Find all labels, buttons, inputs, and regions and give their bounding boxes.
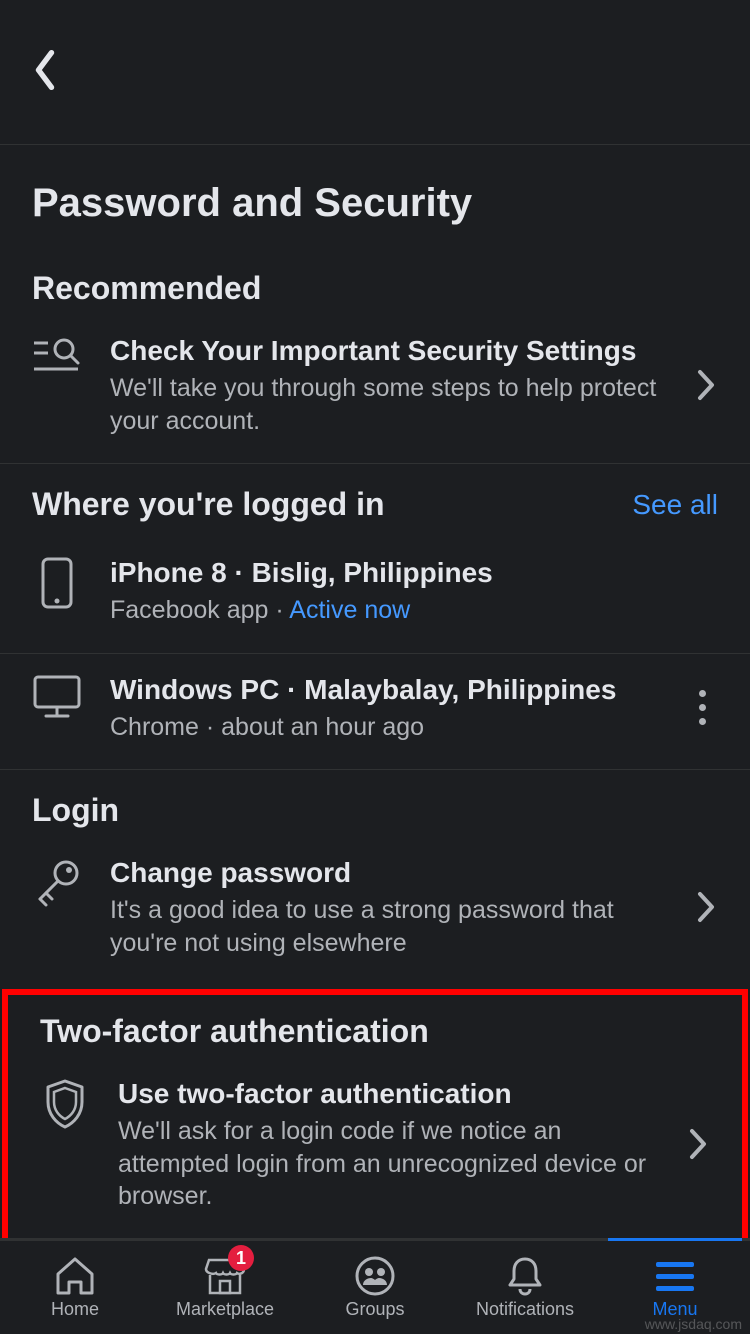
back-button[interactable] [32, 48, 58, 97]
watermark: www.jsdaq.com [645, 1316, 742, 1332]
shield-icon [40, 1076, 90, 1130]
chevron-right-icon [688, 1127, 714, 1161]
header-bar [0, 0, 750, 145]
phone-icon [32, 555, 82, 609]
more-vertical-icon [699, 690, 706, 725]
groups-icon [354, 1255, 396, 1297]
row-subtitle: We'll ask for a login code if we notice … [118, 1115, 660, 1213]
bottom-nav: Home 1 Marketplace Groups [0, 1238, 750, 1334]
bell-icon [506, 1255, 544, 1297]
section-title-logged-in: Where you're logged in [32, 486, 385, 523]
row-title: Check Your Important Security Settings [110, 333, 668, 368]
row-change-password[interactable]: Change password It's a good idea to use … [0, 837, 750, 985]
notification-badge: 1 [228, 1245, 254, 1271]
device-title: Windows PC · Malaybalay, Philippines [110, 672, 654, 707]
row-title: Use two-factor authentication [118, 1076, 660, 1111]
chevron-right-icon [696, 368, 722, 402]
row-device-windows[interactable]: Windows PC · Malaybalay, Philippines Chr… [0, 654, 750, 770]
nav-notifications[interactable]: Notifications [450, 1241, 600, 1334]
row-device-iphone[interactable]: iPhone 8 · Bislig, Philippines Facebook … [0, 537, 750, 653]
desktop-icon [32, 672, 82, 720]
section-header-twofa: Two-factor authentication [8, 995, 742, 1058]
device-title: iPhone 8 · Bislig, Philippines [110, 555, 722, 590]
see-all-link[interactable]: See all [632, 489, 718, 521]
nav-home[interactable]: Home [0, 1241, 150, 1334]
page-title: Password and Security [0, 145, 750, 254]
menu-icon [656, 1255, 694, 1297]
device-subtitle: Chrome · about an hour ago [110, 711, 654, 744]
row-check-security-settings[interactable]: Check Your Important Security Settings W… [0, 315, 750, 463]
device-more-button[interactable] [682, 690, 722, 725]
row-subtitle: It's a good idea to use a strong passwor… [110, 894, 668, 959]
security-checkup-icon [32, 333, 82, 375]
section-header-logged-in: Where you're logged in See all [0, 464, 750, 537]
home-icon [54, 1255, 96, 1297]
highlight-twofa: Two-factor authentication Use two-factor… [2, 989, 748, 1245]
device-subtitle: Facebook app · Active now [110, 594, 722, 627]
key-icon [32, 855, 82, 907]
row-use-twofa[interactable]: Use two-factor authentication We'll ask … [8, 1058, 742, 1239]
row-title: Change password [110, 855, 668, 890]
chevron-left-icon [32, 48, 58, 92]
section-header-login: Login [0, 770, 750, 837]
nav-groups[interactable]: Groups [300, 1241, 450, 1334]
section-header-recommended: Recommended [0, 254, 750, 315]
row-subtitle: We'll take you through some steps to hel… [110, 372, 668, 437]
chevron-right-icon [696, 890, 722, 924]
nav-marketplace[interactable]: 1 Marketplace [150, 1241, 300, 1334]
